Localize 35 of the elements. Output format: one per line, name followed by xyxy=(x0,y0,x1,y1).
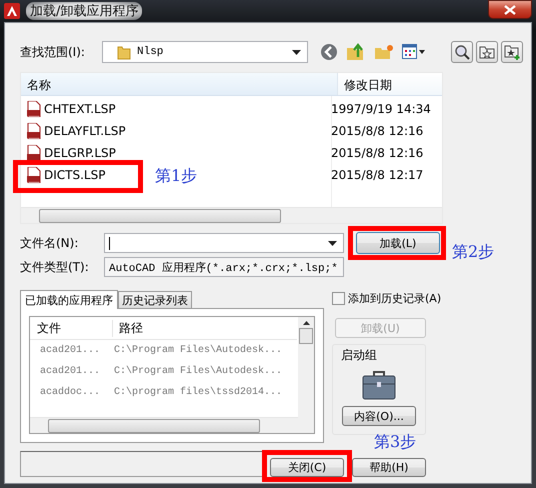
tab[interactable]: 历史记录列表 xyxy=(118,291,192,308)
help-button[interactable]: 帮助(H) xyxy=(352,458,426,477)
table-cell-text: C:\Program Files\Autodesk... xyxy=(113,366,282,377)
file-item[interactable]: CHTEXT.LSP xyxy=(21,101,116,117)
annotation-text: 第3步 xyxy=(374,432,416,453)
load-button[interactable]: 加载(L) xyxy=(356,232,440,254)
annotation-text: 第2步 xyxy=(452,242,494,263)
column-header[interactable]: 路径 xyxy=(113,320,143,336)
group-label: 启动组 xyxy=(340,347,377,364)
table-cell-text: C:\program files\tssd2014... xyxy=(113,387,282,398)
window-title: 加载/卸载应用程序 xyxy=(26,2,142,20)
checkbox-label: 添加到历史记录(A) xyxy=(348,291,442,306)
file-date: 1997/9/19 14:34 xyxy=(330,102,431,116)
tab[interactable]: 已加载的应用程序 xyxy=(20,290,118,309)
file-date: 2015/8/8 12:16 xyxy=(330,146,424,160)
file-date: 2015/8/8 12:16 xyxy=(330,124,424,138)
table-cell-text: acaddoc... xyxy=(39,387,102,398)
column-header[interactable]: 文件 xyxy=(30,320,113,336)
look-in-dropdown[interactable]: Nlsp xyxy=(102,41,308,63)
table-cell-text: acad201... xyxy=(39,345,102,356)
file-name-label: 文件名(N): xyxy=(20,234,80,252)
file-item[interactable]: DELAYFLT.LSP xyxy=(21,123,126,139)
file-date: 2015/8/8 12:17 xyxy=(330,168,424,182)
table-cell-text: acad201... xyxy=(39,366,102,377)
look-in-label: 查找范围(I): xyxy=(20,44,86,60)
table-cell-text: C:\Program Files\Autodesk... xyxy=(113,345,282,356)
file-type-label: 文件类型(T): xyxy=(20,258,90,276)
close-dialog-button[interactable]: 关闭(C) xyxy=(270,458,344,477)
contents-button[interactable]: 内容(O)... xyxy=(342,406,416,426)
file-item[interactable]: DICTS.LSP xyxy=(21,167,106,183)
column-header[interactable]: 名称 xyxy=(21,73,338,95)
file-item[interactable]: DELGRP.LSP xyxy=(21,145,116,161)
annotation-text: 第1步 xyxy=(155,166,198,187)
file-type-dropdown[interactable]: AutoCAD 应用程序(*.arx;*.crx;*.lsp;* xyxy=(104,257,344,277)
column-header[interactable]: 修改日期 xyxy=(338,73,398,95)
